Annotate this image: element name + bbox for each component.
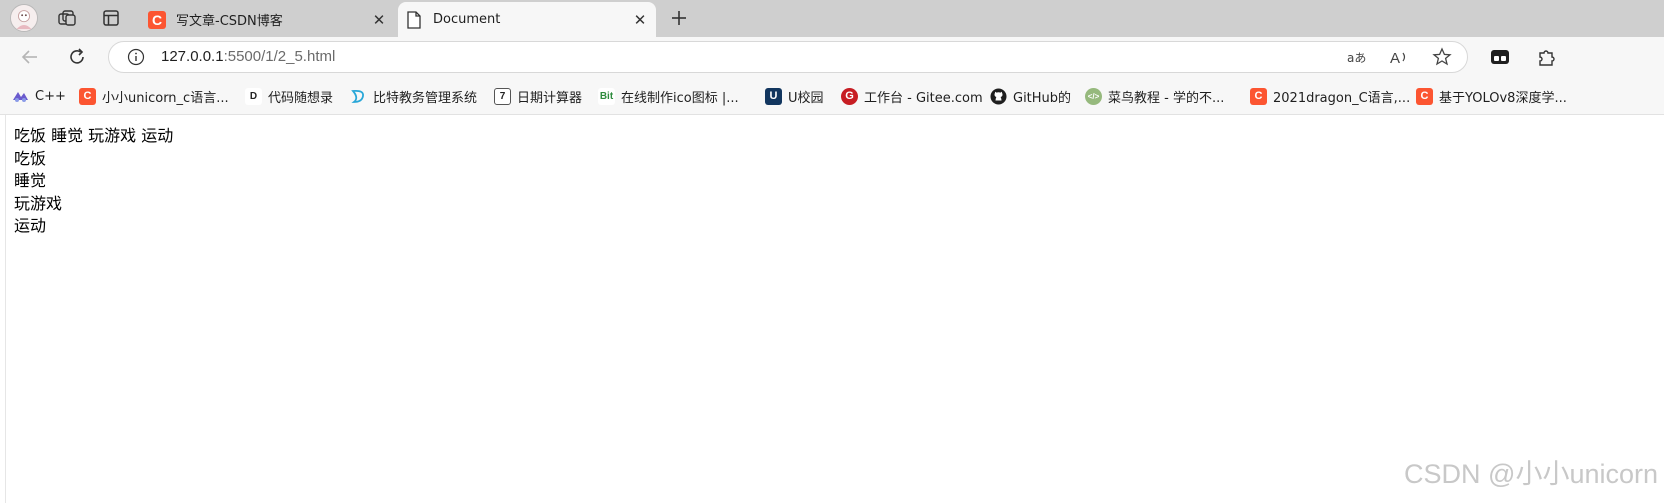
workspaces-button[interactable] [54,5,80,31]
vertical-tabs-button[interactable] [98,5,124,31]
list-item: 吃饭 [14,148,47,168]
svg-text:C: C [152,12,162,28]
bookmark-item[interactable]: Bit 在线制作ico图标 |... [598,85,739,107]
bookmark-item[interactable]: U U校园 [765,85,824,107]
u-campus-icon: U [765,87,782,105]
url-text[interactable]: 127.0.0.1:5500/1/2_5.html [161,48,335,65]
new-tab-button[interactable] [665,5,693,31]
bookmark-item[interactable]: C 基于YOLOv8深度学... [1416,85,1567,107]
bookmark-item[interactable]: 比特教务管理系统 [350,85,477,107]
navigation-toolbar: 127.0.0.1:5500/1/2_5.html aあ A [0,37,1664,77]
csdn-c-icon: C [1250,87,1267,105]
cpp-icon [12,88,29,105]
gitee-icon: G [841,87,858,105]
bookmark-label: GitHub的 [1013,90,1072,106]
bookmark-item[interactable]: </> 菜鸟教程 - 学的不... [1085,85,1224,107]
close-icon[interactable]: ✕ [369,10,389,30]
extensions-button[interactable] [1534,45,1558,69]
bookmark-label: 在线制作ico图标 |... [621,90,739,106]
bookmark-label: 比特教务管理系统 [373,90,478,106]
refresh-button[interactable] [63,43,91,71]
close-icon[interactable]: ✕ [630,10,650,30]
refresh-icon [70,48,84,64]
csdn-watermark: CSDN @小小unicorn [1404,459,1658,489]
csdn-c-icon: C [148,10,166,29]
site-info-icon[interactable] [127,48,145,66]
list-item: 睡觉 [14,171,47,191]
arrow-left-icon [21,50,37,64]
csdn-c-icon: C [79,87,96,105]
puzzle-icon [1539,50,1555,66]
bookmark-item[interactable]: C++ [12,85,66,107]
dmsxl-icon: D [245,87,262,105]
bookmark-label: 工作台 - Gitee.com [864,90,983,106]
page-content: 吃饭 睡觉 玩游戏 运动 吃饭 睡觉 玩游戏 运动 [14,125,173,238]
star-icon [1432,47,1452,66]
bookmark-label: 基于YOLOv8深度学... [1439,90,1567,106]
page-viewport: 吃饭 睡觉 玩游戏 运动 吃饭 睡觉 玩游戏 运动 CSDN @小小unicor… [5,115,1664,503]
bookmark-item[interactable]: GitHub的 [990,85,1071,107]
bookmark-item[interactable]: G 工作台 - Gitee.com [841,85,983,107]
translate-button[interactable]: aあ [1345,46,1369,68]
bookmark-label: C++ [35,88,66,104]
github-icon [990,88,1007,105]
bookmark-item[interactable]: C 2021dragon_C语言,... [1250,85,1410,107]
address-bar[interactable]: 127.0.0.1:5500/1/2_5.html aあ A [108,41,1468,73]
extension-button[interactable] [1488,45,1512,69]
tab-actions-icon [103,10,119,26]
runoob-icon: </> [1085,87,1102,105]
bit-ico-icon: Bit [598,87,615,105]
avatar-image-icon [11,5,37,31]
document-icon [405,10,423,29]
svg-text:aあ: aあ [1347,51,1366,65]
tab-strip: C 写文章-CSDN博客 ✕ Document ✕ [0,0,1664,37]
read-aloud-button[interactable]: A [1387,46,1411,68]
tab-document[interactable]: Document ✕ [398,2,656,37]
bookmark-label: 小小unicorn_c语言... [102,90,229,106]
favorite-button[interactable] [1430,46,1454,68]
profile-avatar[interactable] [10,4,38,32]
bookmark-label: 2021dragon_C语言,... [1273,90,1411,106]
bookmark-label: 日期计算器 [517,90,583,106]
bookmark-label: U校园 [788,90,824,106]
read-aloud-icon: A [1390,50,1406,66]
bookmark-label: 代码随想录 [268,90,334,106]
collections-icon [1491,50,1509,64]
list-item: 玩游戏 [14,193,63,213]
bookmark-item[interactable]: C 小小unicorn_c语言... [79,85,229,107]
list-item: 运动 [14,216,47,236]
bit-edu-icon [350,88,367,105]
url-host: 127.0.0.1 [161,48,224,65]
bookmarks-bar: C++ C 小小unicorn_c语言... D 代码随想录 比特教务管理系统 … [0,77,1664,115]
back-button[interactable] [16,43,44,71]
url-path: :5500/1/2_5.html [223,48,336,65]
tab-title: Document [433,12,501,27]
bookmark-item[interactable]: D 代码随想录 [245,85,333,107]
plus-icon [672,11,686,25]
calendar-icon: 7 [494,87,511,105]
csdn-c-icon: C [1416,87,1433,105]
tab-csdn-write[interactable]: C 写文章-CSDN博客 ✕ [141,2,395,37]
tab-title: 写文章-CSDN博客 [176,14,283,29]
svg-text:A: A [1390,50,1400,66]
bookmark-label: 菜鸟教程 - 学的不... [1108,90,1225,106]
translate-icon: aあ [1347,51,1366,65]
workspaces-icon [58,10,76,26]
inline-items-line: 吃饭 睡觉 玩游戏 运动 [14,126,174,145]
bookmark-item[interactable]: 7 日期计算器 [494,85,582,107]
